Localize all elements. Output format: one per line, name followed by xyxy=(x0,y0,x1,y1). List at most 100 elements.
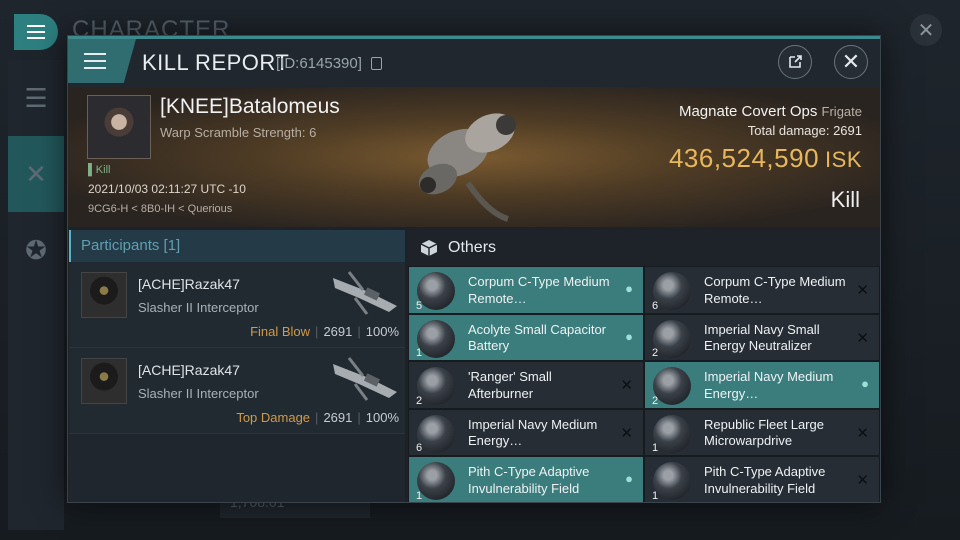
participants-label: Participants xyxy=(81,237,160,254)
item-name: Acolyte Small Capacitor Battery xyxy=(468,321,606,354)
victim-summary: [KNEE]Batalomeus Warp Scramble Strength:… xyxy=(68,87,880,227)
module-icon xyxy=(653,319,691,358)
star-icon[interactable]: ✪ xyxy=(8,212,64,288)
destroyed-x-icon: ✕ xyxy=(856,472,869,489)
destroyed-x-icon: ✕ xyxy=(856,424,869,442)
module-icon xyxy=(653,414,691,453)
item-quantity: 1 xyxy=(652,489,659,502)
item-quantity: 6 xyxy=(416,442,423,454)
share-button[interactable] xyxy=(778,45,812,79)
victim-name[interactable]: [KNEE]Batalomeus xyxy=(160,95,340,119)
dropped-person-icon: ● xyxy=(625,471,633,486)
list-icon[interactable]: ☰ xyxy=(8,60,64,136)
victim-ship-class: Frigate xyxy=(821,104,862,119)
item-quantity: 2 xyxy=(416,394,423,407)
item-name: Imperial Navy Medium Energy… xyxy=(704,369,834,401)
swords-icon[interactable]: ✕ xyxy=(8,136,64,212)
item-name: Republic Fleet Large Microwarpdrive xyxy=(704,416,824,449)
participant-stats: Top Damage | 2691 | 100% xyxy=(236,410,399,425)
item-tile[interactable]: 2 Imperial Navy Medium Energy… ● xyxy=(644,361,880,409)
participant-ship: Slasher II Interceptor xyxy=(138,300,259,315)
participant-row[interactable]: [ACHE]Razak47 Slasher II Interceptor Top… xyxy=(69,348,405,434)
item-tile[interactable]: 1 Pith C-Type Adaptive Invulnerability F… xyxy=(644,456,880,502)
kill-result: Kill xyxy=(830,187,860,212)
dropped-person-icon: ● xyxy=(625,328,633,344)
items-panel: Others 5 Corpum C-Type Medium Remote… ● … xyxy=(408,230,880,502)
item-tile[interactable]: 6 Imperial Navy Medium Energy… ✕ xyxy=(408,408,644,456)
item-tile[interactable]: 1 Pith C-Type Adaptive Invulnerability F… xyxy=(408,456,644,502)
participant-damage: 2691 xyxy=(323,410,353,425)
destroyed-x-icon: ✕ xyxy=(856,329,869,347)
module-icon xyxy=(653,272,691,310)
item-name: Corpum C-Type Medium Remote… xyxy=(704,274,846,306)
item-name: Pith C-Type Adaptive Invulnerability Fie… xyxy=(704,464,826,496)
item-tile[interactable]: 6 Corpum C-Type Medium Remote… ✕ xyxy=(644,266,880,314)
victim-ship-name: Magnate Covert Ops xyxy=(678,103,818,120)
menu-icon xyxy=(27,31,45,33)
cube-icon xyxy=(420,240,438,256)
isk-unit: ISK xyxy=(825,147,862,172)
background-sidebar: ☰ ✕ ✪ xyxy=(8,60,64,530)
item-quantity: 5 xyxy=(416,299,423,312)
background-menu-button[interactable] xyxy=(14,14,58,50)
report-id: [ID:6145390] xyxy=(276,55,362,72)
victim-ship[interactable]: Magnate Covert Ops Frigate xyxy=(679,103,862,120)
total-damage: Total damage: 2691 xyxy=(748,123,862,138)
item-name: 'Ranger' Small Afterburner xyxy=(468,369,552,401)
participant-portrait[interactable] xyxy=(81,272,127,318)
participant-portrait[interactable] xyxy=(81,358,127,404)
item-tile[interactable]: 1 Acolyte Small Capacitor Battery ● xyxy=(408,313,644,361)
kill-tag: ▌Kill xyxy=(88,164,111,176)
kill-tag-label: Kill xyxy=(95,164,111,176)
items-grid: 5 Corpum C-Type Medium Remote… ● 6 Corpu… xyxy=(408,266,880,502)
destroyed-x-icon: ✕ xyxy=(620,424,633,442)
close-icon: ✕ xyxy=(841,49,861,74)
items-label: Others xyxy=(448,239,497,256)
module-icon xyxy=(417,367,455,405)
destroyed-x-icon: ✕ xyxy=(856,282,869,299)
item-tile[interactable]: 2 Imperial Navy Small Energy Neutralizer… xyxy=(644,313,880,361)
external-link-icon xyxy=(789,55,802,68)
participants-count: [1] xyxy=(163,237,181,254)
kill-location[interactable]: 9CG6-H < 8B0-IH < Querious xyxy=(88,203,232,215)
item-name: Imperial Navy Medium Energy… xyxy=(468,416,598,449)
warp-scramble-strength: Warp Scramble Strength: 6 xyxy=(160,125,317,140)
participant-ship-image[interactable] xyxy=(329,268,401,318)
participant-name[interactable]: [ACHE]Razak47 xyxy=(138,276,240,292)
participants-header[interactable]: Participants [1] xyxy=(69,230,405,262)
item-quantity: 1 xyxy=(416,347,423,359)
participant-tag: Top Damage xyxy=(236,410,311,425)
dropped-person-icon: ● xyxy=(625,281,633,296)
module-icon xyxy=(417,462,455,500)
participant-name[interactable]: [ACHE]Razak47 xyxy=(138,362,240,378)
item-name: Imperial Navy Small Energy Neutralizer xyxy=(704,321,820,354)
modal-header: KILL REPORT [ID:6145390] ✕ xyxy=(68,39,880,87)
module-icon xyxy=(653,367,691,405)
item-quantity: 2 xyxy=(652,347,659,359)
item-tile[interactable]: 5 Corpum C-Type Medium Remote… ● xyxy=(408,266,644,314)
item-quantity: 1 xyxy=(652,442,659,454)
item-tile[interactable]: 2 'Ranger' Small Afterburner ✕ xyxy=(408,361,644,409)
menu-icon xyxy=(84,60,106,62)
background-close-icon[interactable]: ✕ xyxy=(910,14,942,46)
module-icon xyxy=(417,319,455,358)
participants-list: [ACHE]Razak47 Slasher II Interceptor Fin… xyxy=(69,262,405,434)
item-tile[interactable]: 1 Republic Fleet Large Microwarpdrive ✕ xyxy=(644,408,880,456)
destroyed-x-icon: ✕ xyxy=(620,377,633,394)
participants-panel: Participants [1] [ACHE]Razak47 Slasher I… xyxy=(69,230,405,502)
dropped-person-icon: ● xyxy=(861,376,869,391)
participant-percent: 100% xyxy=(365,324,399,339)
item-name: Pith C-Type Adaptive Invulnerability Fie… xyxy=(468,464,590,496)
participant-percent: 100% xyxy=(365,410,399,425)
total-damage-value: 2691 xyxy=(833,123,862,138)
participant-row[interactable]: [ACHE]Razak47 Slasher II Interceptor Fin… xyxy=(69,262,405,348)
copy-icon[interactable] xyxy=(371,57,382,70)
items-header: Others xyxy=(408,230,880,266)
victim-portrait[interactable] xyxy=(87,95,151,159)
close-button[interactable]: ✕ xyxy=(834,45,868,79)
modal-title: KILL REPORT xyxy=(142,50,290,75)
item-quantity: 2 xyxy=(652,394,659,407)
modal-menu-button[interactable] xyxy=(68,39,136,83)
participant-ship-image[interactable] xyxy=(329,354,401,404)
victim-ship-image[interactable] xyxy=(398,93,548,223)
